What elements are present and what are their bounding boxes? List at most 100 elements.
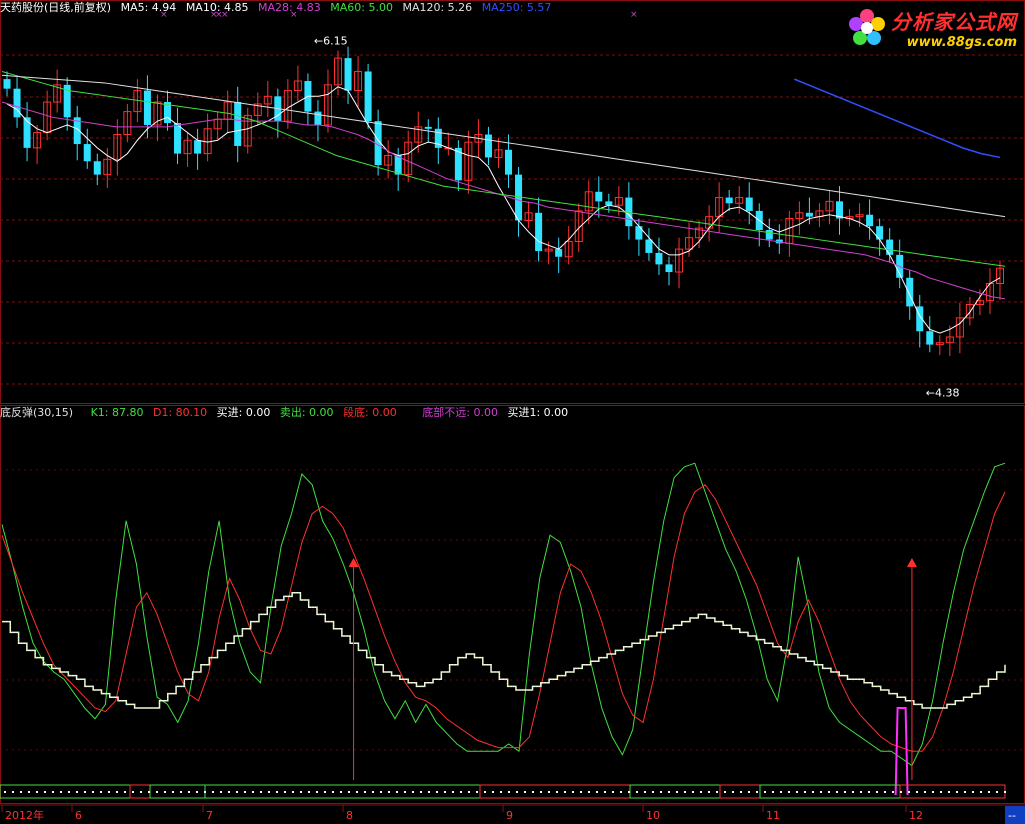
- status-band-dot: [956, 791, 958, 793]
- status-band-dot: [988, 791, 990, 793]
- status-band-dot: [300, 791, 302, 793]
- status-band-dot: [372, 791, 374, 793]
- status-band-dot: [924, 791, 926, 793]
- status-band-dot: [700, 791, 702, 793]
- status-band-dot: [996, 791, 998, 793]
- candle-body: [635, 226, 643, 240]
- candle-body: [143, 90, 151, 125]
- indicator-panel-header: 底反弹(30,15) K1: 87.80 D1: 80.10 买进: 0.00 …: [0, 406, 574, 419]
- status-band-dot: [268, 791, 270, 793]
- status-band-dot: [468, 791, 470, 793]
- status-band-dot: [76, 791, 78, 793]
- status-band-dot: [380, 791, 382, 793]
- status-band-dot: [20, 791, 22, 793]
- status-band-dot: [620, 791, 622, 793]
- candle-body: [886, 239, 894, 255]
- candle-body: [655, 252, 663, 265]
- status-band-dot: [804, 791, 806, 793]
- candle-body: [906, 277, 914, 307]
- buy1-step-line: [2, 592, 1006, 709]
- x-axis-end-marker: --: [1008, 809, 1016, 822]
- status-band-dot: [188, 791, 190, 793]
- status-band-dot: [596, 791, 598, 793]
- buy1-step-shadow: [2, 592, 1006, 709]
- status-band-segment: [479, 784, 631, 799]
- candle-body: [424, 126, 432, 129]
- ma60-label: MA60: 5.00: [330, 1, 393, 14]
- candle-body: [805, 212, 813, 217]
- buy1-label: 买进1: 0.00: [507, 406, 569, 419]
- status-band-dot: [28, 791, 30, 793]
- status-band-dot: [348, 791, 350, 793]
- status-band-dot: [916, 791, 918, 793]
- status-band-dot: [260, 791, 262, 793]
- status-band-dot: [532, 791, 534, 793]
- candle-body: [645, 239, 653, 253]
- candle-body: [605, 201, 613, 206]
- status-band-dot: [860, 791, 862, 793]
- status-band-segment: [204, 784, 481, 799]
- status-band-dot: [492, 791, 494, 793]
- status-band-dot: [308, 791, 310, 793]
- status-band-dot: [772, 791, 774, 793]
- status-band-dot: [276, 791, 278, 793]
- candle-body: [555, 249, 563, 257]
- status-band-dot: [316, 791, 318, 793]
- status-band-dot: [420, 791, 422, 793]
- status-band-dot: [36, 791, 38, 793]
- ma60-line: [1, 70, 1006, 267]
- status-band-dot: [972, 791, 974, 793]
- segment-bottom-label: 段底: 0.00: [343, 406, 397, 419]
- status-band-dot: [364, 791, 366, 793]
- status-band-dot: [1004, 791, 1006, 793]
- status-band-dot: [820, 791, 822, 793]
- status-band-dot: [724, 791, 726, 793]
- candle-body: [394, 155, 402, 175]
- status-band-dot: [236, 791, 238, 793]
- status-band-dot: [788, 791, 790, 793]
- ma250-line: [794, 78, 1001, 159]
- status-band-dot: [284, 791, 286, 793]
- status-band-dot: [396, 791, 398, 793]
- status-band-dot: [940, 791, 942, 793]
- candle-body: [876, 226, 884, 240]
- status-band-dot: [252, 791, 254, 793]
- status-band-dot: [212, 791, 214, 793]
- status-band-dot: [844, 791, 846, 793]
- status-band-dot: [732, 791, 734, 793]
- d1-label: D1: 80.10: [152, 406, 208, 419]
- status-band-segment: [0, 784, 131, 799]
- status-band-dot: [684, 791, 686, 793]
- status-band-dot: [228, 791, 230, 793]
- status-band-dot: [692, 791, 694, 793]
- candle-body: [595, 191, 603, 202]
- status-band-dot: [100, 791, 102, 793]
- candle-body: [364, 71, 372, 122]
- status-band-dot: [164, 791, 166, 793]
- indicator-panel[interactable]: [0, 462, 1006, 799]
- status-band-dot: [324, 791, 326, 793]
- status-band-dot: [636, 791, 638, 793]
- x-tick-label: 12: [909, 809, 923, 822]
- buy-label: 买进: 0.00: [216, 406, 271, 419]
- status-band-dot: [580, 791, 582, 793]
- status-band-dot: [588, 791, 590, 793]
- price-panel[interactable]: ←6.15←4.38× ××× × ×: [1, 10, 1006, 400]
- status-band-dot: [444, 791, 446, 793]
- status-band-dot: [748, 791, 750, 793]
- status-band-dot: [644, 791, 646, 793]
- status-band-dot: [180, 791, 182, 793]
- status-band-dot: [628, 791, 630, 793]
- status-band-dot: [124, 791, 126, 793]
- status-band-dot: [660, 791, 662, 793]
- x-tick-label: 11: [766, 809, 780, 822]
- status-band-dot: [156, 791, 158, 793]
- ma28-line: [1, 101, 1006, 300]
- status-band-dot: [740, 791, 742, 793]
- status-band-dot: [564, 791, 566, 793]
- status-band-dot: [356, 791, 358, 793]
- status-band-dot: [948, 791, 950, 793]
- status-band-dot: [84, 791, 86, 793]
- status-band-dot: [604, 791, 606, 793]
- candle-body: [83, 144, 91, 162]
